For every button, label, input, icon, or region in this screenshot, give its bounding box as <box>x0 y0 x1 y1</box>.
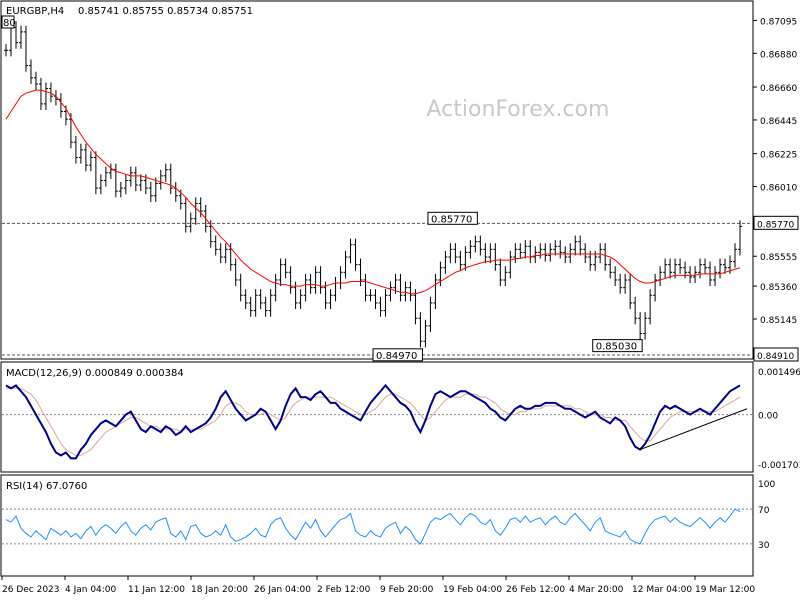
rsi-tick-label: 30 <box>758 541 770 551</box>
chart-ohlc: 0.85741 0.85755 0.85734 0.85751 <box>78 6 253 17</box>
price-tick-label: 0.86880 <box>760 50 797 60</box>
x-tick-label: 11 Jan 12:00 <box>128 585 185 595</box>
rsi-panel-frame <box>0 474 754 577</box>
current-price-label: 0.85770 <box>757 220 794 230</box>
macd-title: MACD(12,26,9) 0.000849 0.000384 <box>6 368 184 379</box>
chart-root: ActionForex.com EURGBP,H4 0.85741 0.8575… <box>0 0 800 595</box>
top-left-label: 80 <box>3 18 16 29</box>
price-tick-label: 0.86225 <box>760 151 797 161</box>
x-tick-label: 19 Mar 12:00 <box>695 585 755 595</box>
x-tick-label: 18 Jan 20:00 <box>191 585 248 595</box>
macd-tick-label: -0.001701 <box>758 461 800 471</box>
x-tick-label: 19 Feb 04:00 <box>443 585 502 595</box>
macd-signal-line <box>6 387 741 456</box>
rsi-tick-label: 100 <box>758 480 775 490</box>
x-tick-label: 2 Feb 12:00 <box>317 585 371 595</box>
price-annotation: 0.85030 <box>596 342 637 353</box>
price-tick-label: 0.86445 <box>760 117 797 127</box>
price-tick-label: 0.86660 <box>760 84 797 94</box>
rsi-tick-label: 70 <box>758 506 770 516</box>
macd-tick-label: 0.001496 <box>758 368 800 378</box>
watermark: ActionForex.com <box>427 97 610 122</box>
x-tick-label: 12 Mar 04:00 <box>632 585 692 595</box>
price-annotation: 0.85770 <box>431 214 472 225</box>
macd-main-line <box>5 383 741 460</box>
price-tick-label: 0.85555 <box>760 253 797 263</box>
price-tick-label: 0.85145 <box>760 316 797 326</box>
price-tick-label: 0.86010 <box>760 184 797 194</box>
bottom-price-label: 0.84910 <box>757 352 794 362</box>
x-tick-label: 26 Feb 12:00 <box>506 585 565 595</box>
macd-trendline <box>639 408 748 451</box>
chart-symbol: EURGBP,H4 <box>6 6 64 17</box>
x-tick-label: 9 Feb 20:00 <box>380 585 434 595</box>
rsi-line <box>5 508 741 545</box>
price-layer: 0.85770 0.84970 0.85030 80 <box>1 15 752 362</box>
rsi-layer <box>2 508 752 545</box>
price-panel-frame <box>0 0 754 360</box>
macd-tick-label: 0.00 <box>758 412 778 422</box>
x-tick-label: 4 Mar 20:00 <box>569 585 624 595</box>
price-tick-label: 0.85360 <box>760 283 797 293</box>
x-tick-label: 26 Dec 2023 <box>2 585 60 595</box>
macd-layer <box>2 383 752 460</box>
rsi-title: RSI(14) 67.0760 <box>6 481 87 492</box>
price-tick-label: 0.87095 <box>760 17 797 27</box>
price-annotation: 0.84970 <box>376 351 417 362</box>
x-tick-label: 4 Jan 04:00 <box>65 585 117 595</box>
axis-layer: 0.87095 0.86880 0.86660 0.86445 0.86225 0.860… <box>1 17 800 595</box>
x-tick-label: 26 Jan 04:00 <box>254 585 311 595</box>
